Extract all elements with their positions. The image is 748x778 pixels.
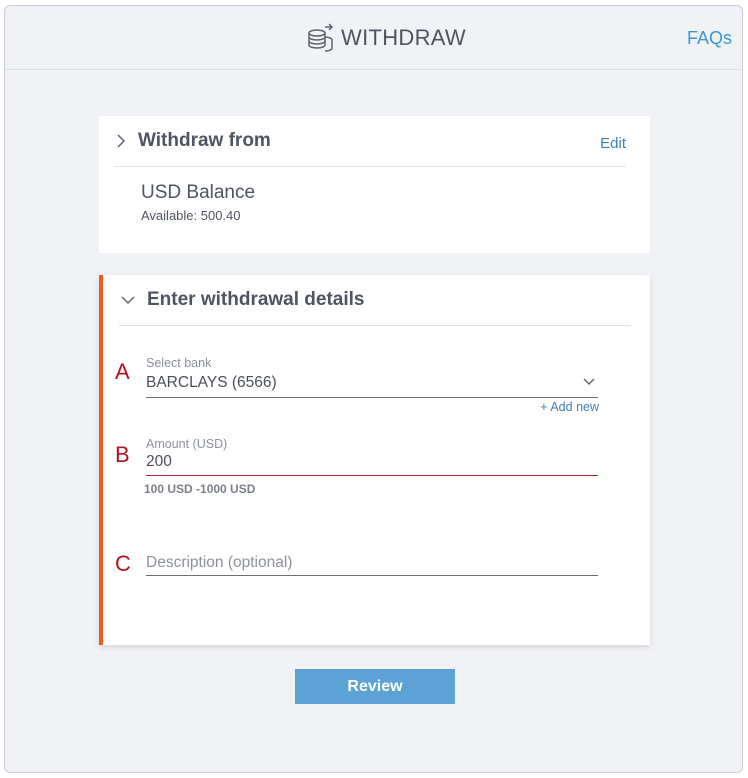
withdrawal-details-card: Enter withdrawal details A Select bank B…: [99, 275, 650, 645]
balance-name: USD Balance: [141, 182, 256, 203]
bank-select-underline: [146, 397, 598, 398]
amount-input[interactable]: 200: [146, 453, 172, 471]
withdraw-from-header[interactable]: Withdraw from: [114, 116, 626, 167]
amount-range-hint: 100 USD -1000 USD: [144, 482, 256, 496]
description-input[interactable]: [146, 552, 598, 574]
coins-stack-icon: [308, 23, 334, 52]
withdraw-from-card: Withdraw from Edit USD Balance Available…: [99, 116, 650, 253]
withdrawal-details-header[interactable]: Enter withdrawal details: [119, 275, 631, 326]
withdrawal-details-heading: Enter withdrawal details: [147, 289, 365, 310]
marker-a: A: [115, 359, 130, 384]
amount-underline: [146, 475, 598, 476]
balance-available: Available: 500.40: [141, 208, 241, 223]
header-bar: WITHDRAW FAQs: [5, 6, 742, 70]
add-new-bank-link[interactable]: + Add new: [540, 400, 599, 414]
chevron-down-icon: [121, 296, 135, 305]
page-title-group: WITHDRAW: [307, 23, 466, 53]
withdraw-window: WITHDRAW FAQs Withdraw from Edit USD Bal…: [4, 5, 743, 773]
page-title: WITHDRAW: [341, 25, 467, 50]
marker-c: C: [115, 551, 131, 576]
chevron-down-icon[interactable]: [583, 378, 595, 386]
faqs-link[interactable]: FAQs: [687, 28, 732, 49]
edit-link[interactable]: Edit: [600, 135, 626, 152]
review-button[interactable]: Review: [295, 669, 455, 704]
description-underline: [146, 575, 598, 576]
withdraw-from-heading: Withdraw from: [138, 130, 271, 151]
amount-label: Amount (USD): [146, 437, 228, 451]
bank-select[interactable]: BARCLAYS (6566): [146, 374, 277, 392]
bank-label: Select bank: [146, 356, 212, 370]
marker-b: B: [115, 442, 130, 467]
chevron-right-icon: [117, 134, 126, 148]
